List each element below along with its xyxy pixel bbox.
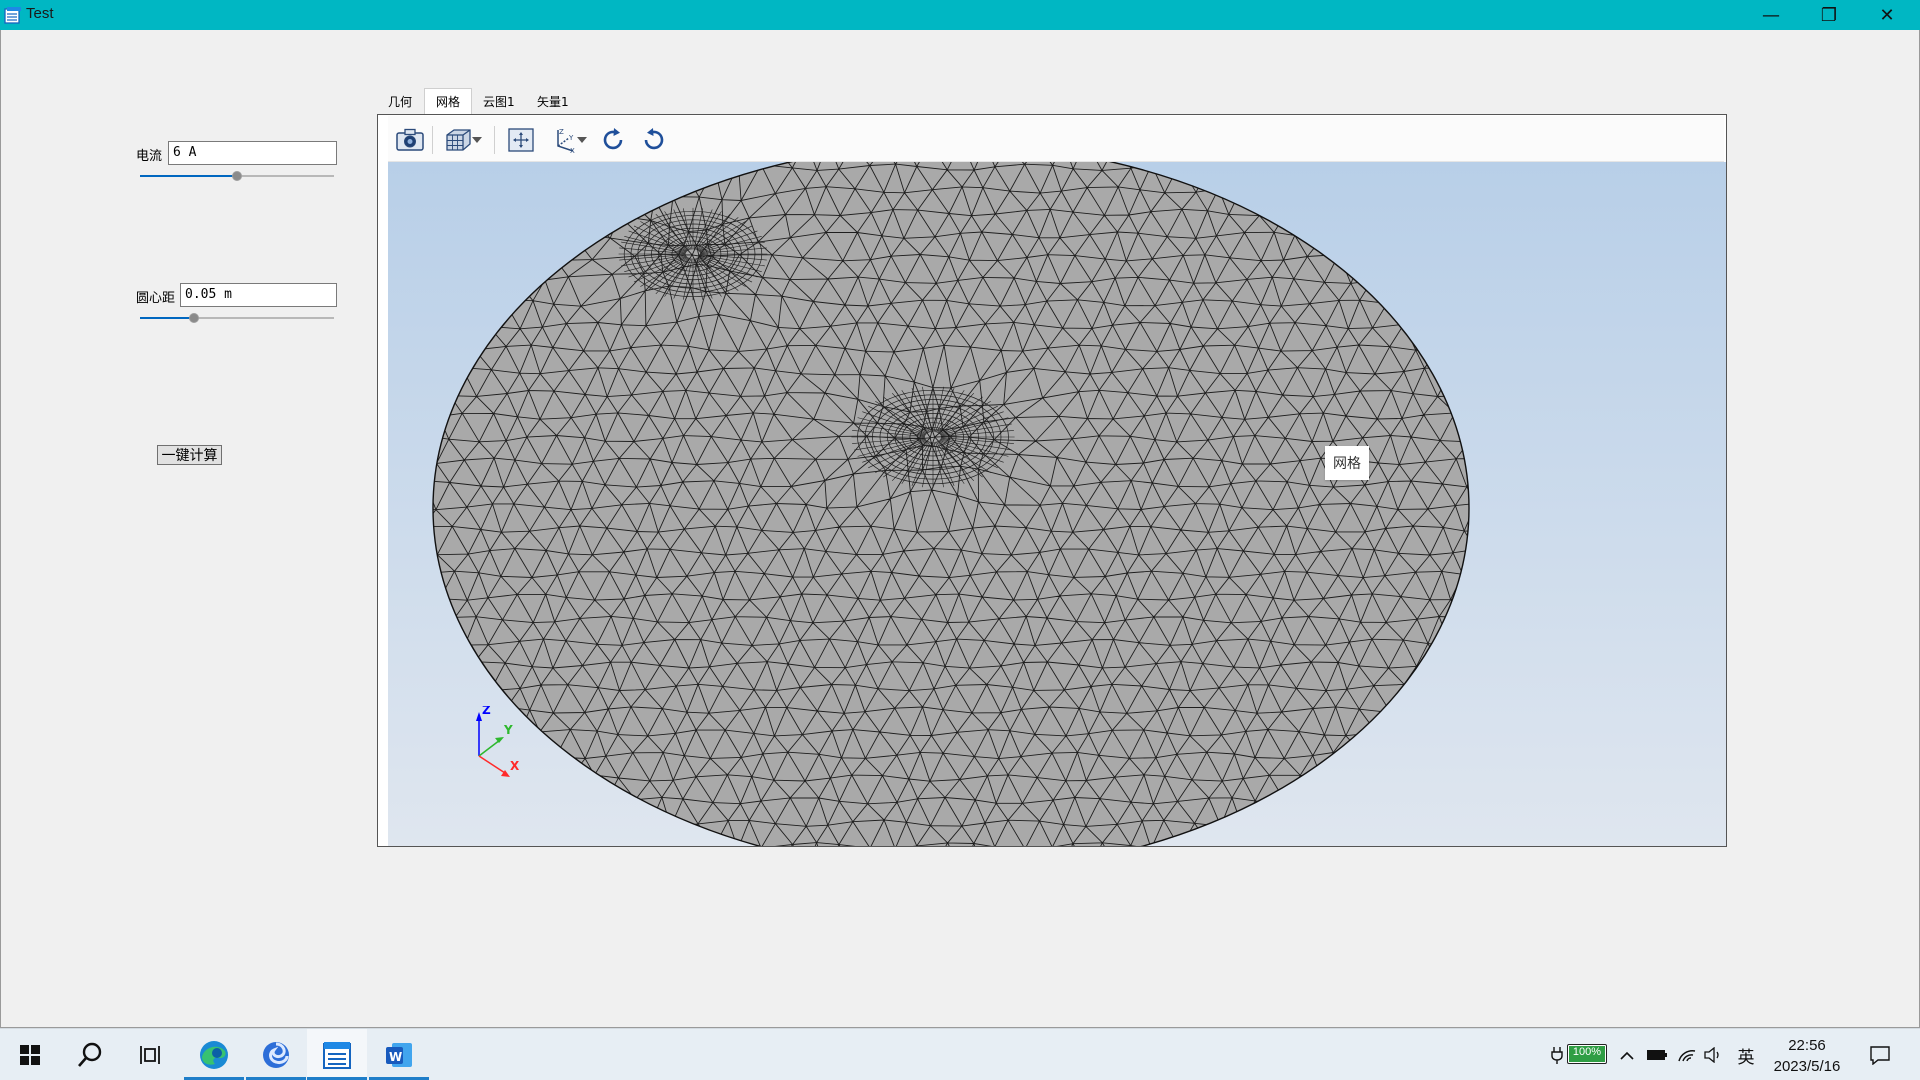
calculate-button[interactable]: 一键计算 (157, 445, 222, 465)
tab-contour[interactable]: 云图1 (472, 88, 526, 114)
window-title: Test (26, 5, 54, 22)
taskbar: W 100% 英 22:56 2023/5/16 (0, 1028, 1920, 1080)
tab-mesh[interactable]: 网格 (424, 88, 473, 114)
clock-date[interactable]: 2023/5/16 (1763, 1058, 1851, 1075)
axes-view-icon[interactable]: ZYX (548, 125, 578, 155)
rotate-ccw-icon[interactable] (639, 125, 669, 155)
mesh-plot[interactable] (388, 162, 1726, 846)
search-icon[interactable] (60, 1029, 120, 1080)
main-window: 电流 6 A 圆心距 0.05 m 一键计算 几何 网格 云图1 矢量1 Z Y… (0, 30, 1920, 1028)
viewport-3d[interactable] (388, 162, 1726, 846)
app-icon (4, 6, 22, 24)
tab-vector[interactable]: 矢量1 (526, 88, 580, 114)
battery-indicator[interactable]: 100% (1567, 1044, 1607, 1064)
chevron-up-icon[interactable] (1616, 1029, 1638, 1080)
task-view-icon[interactable] (120, 1029, 180, 1080)
slider-fill (140, 175, 237, 177)
title-bar: Test — ❐ ✕ (0, 0, 1920, 30)
rotate-cw-icon[interactable] (598, 125, 628, 155)
plug-icon (1548, 1029, 1566, 1080)
app-swirl-icon[interactable] (246, 1029, 306, 1080)
viewer-toolbar: ZYX (388, 116, 1724, 162)
cube-display-icon[interactable] (443, 125, 473, 155)
chevron-down-icon[interactable] (470, 125, 484, 155)
notification-icon[interactable] (1864, 1029, 1896, 1080)
slider-thumb[interactable] (232, 171, 242, 181)
edge-icon[interactable] (184, 1029, 244, 1080)
center-distance-input[interactable]: 0.05 m (180, 283, 337, 307)
wifi-icon[interactable] (1674, 1029, 1700, 1080)
slider-thumb[interactable] (189, 313, 199, 323)
x-axis-label: X (510, 759, 520, 773)
battery-percent: 100% (1572, 1046, 1602, 1058)
ime-indicator[interactable]: 英 (1733, 1029, 1759, 1080)
restore-button[interactable]: ❐ (1800, 0, 1858, 30)
toolbar-separator (432, 126, 433, 154)
windows-start-icon[interactable] (0, 1029, 60, 1080)
svg-text:Y: Y (568, 134, 574, 142)
clock-time[interactable]: 22:56 (1775, 1037, 1839, 1054)
mesh-viewer: ZYX Z Y X 网格 (377, 114, 1727, 847)
close-button[interactable]: ✕ (1858, 0, 1916, 30)
minimize-button[interactable]: — (1742, 0, 1800, 30)
current-label: 电流 (136, 149, 163, 164)
center-distance-label: 圆心距 (136, 291, 176, 306)
battery-status-icon[interactable] (1643, 1029, 1671, 1080)
y-axis-label: Y (503, 723, 513, 737)
fit-view-icon[interactable] (506, 125, 536, 155)
x-axis (478, 755, 506, 774)
center-distance-slider[interactable] (140, 311, 334, 325)
slider-fill (140, 317, 194, 319)
z-axis-label: Z (482, 706, 491, 717)
current-slider[interactable] (140, 169, 334, 183)
y-axis (478, 739, 501, 757)
test-app-icon[interactable] (307, 1029, 367, 1080)
mesh-disk (433, 162, 1469, 846)
volume-icon[interactable] (1701, 1029, 1725, 1080)
word-icon[interactable]: W (369, 1029, 429, 1080)
svg-text:W: W (389, 1050, 402, 1064)
mesh-tooltip: 网格 (1325, 446, 1369, 480)
tab-geometry[interactable]: 几何 (377, 88, 423, 114)
svg-text:Z: Z (559, 128, 564, 136)
camera-icon[interactable] (395, 125, 425, 155)
axis-triad: Z Y X (467, 703, 527, 790)
chevron-down-icon[interactable] (575, 125, 589, 155)
current-input[interactable]: 6 A (168, 141, 337, 165)
toolbar-separator (494, 126, 495, 154)
